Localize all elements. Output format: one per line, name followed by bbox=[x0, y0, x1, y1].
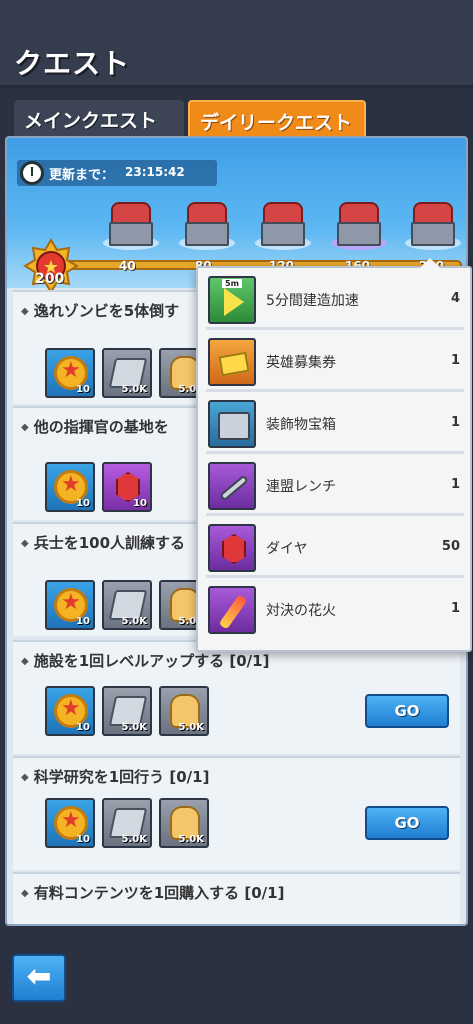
wrench-icon bbox=[208, 462, 256, 510]
quest-title: 他の指揮官の基地を bbox=[21, 416, 169, 437]
star-medal-reward: 10 bbox=[45, 686, 95, 736]
back-button[interactable]: ⬅ bbox=[12, 954, 66, 1002]
star-medal-reward: 10 bbox=[45, 798, 95, 848]
popup-item: ダイヤ 50 bbox=[206, 522, 464, 578]
duration-badge: 5m bbox=[222, 279, 242, 288]
iron-reward: 5.0K bbox=[102, 686, 152, 736]
item-name: ダイヤ bbox=[266, 541, 308, 557]
quest-tabs: メインクエスト デイリークエスト bbox=[14, 100, 464, 138]
iron-reward: 5.0K bbox=[102, 348, 152, 398]
popup-item: 5m 5分間建造加速 4 bbox=[206, 274, 464, 330]
reward-chest-80[interactable] bbox=[179, 202, 235, 250]
item-name: 連盟レンチ bbox=[266, 479, 336, 495]
item-quantity: 1 bbox=[450, 353, 460, 368]
ruby-reward: 10 bbox=[102, 462, 152, 512]
refresh-timer: 更新まで： 23:15:42 bbox=[17, 160, 217, 186]
reward-chest-120[interactable] bbox=[255, 202, 311, 250]
quest-title: 逸れゾンビを5体倒す bbox=[21, 300, 179, 321]
item-quantity: 50 bbox=[441, 539, 460, 554]
star-medal-reward: 10 bbox=[45, 580, 95, 630]
item-quantity: 1 bbox=[450, 415, 460, 430]
iron-reward: 5.0K bbox=[102, 580, 152, 630]
current-points: 200 bbox=[35, 271, 65, 287]
popup-caret bbox=[420, 258, 440, 268]
reward-chest-40[interactable] bbox=[103, 202, 159, 250]
item-name: 対決の花火 bbox=[266, 603, 336, 619]
chest-icon bbox=[339, 202, 379, 224]
diamond-icon bbox=[208, 524, 256, 572]
item-name: 英雄募集券 bbox=[266, 355, 336, 371]
header-bar: クエスト bbox=[0, 0, 473, 88]
quest-row: 有料コンテンツを1回購入する [0/1] bbox=[13, 872, 460, 924]
timer-value: 23:15:42 bbox=[125, 165, 185, 179]
ticket-icon bbox=[208, 338, 256, 386]
item-name: 5分間建造加速 bbox=[266, 293, 359, 309]
bread-reward: 5.0K bbox=[159, 686, 209, 736]
reward-chest-160[interactable] bbox=[331, 202, 387, 250]
popup-item: 対決の花火 1 bbox=[206, 584, 464, 640]
item-quantity: 4 bbox=[450, 291, 460, 306]
stopwatch-icon bbox=[20, 161, 44, 185]
quest-title: 施設を1回レベルアップする [0/1] bbox=[21, 650, 270, 671]
popup-item: 連盟レンチ 1 bbox=[206, 460, 464, 516]
popup-item: 英雄募集券 1 bbox=[206, 336, 464, 392]
chest-icon bbox=[413, 202, 453, 224]
speedup-icon: 5m bbox=[208, 276, 256, 324]
milestone-label: 40 bbox=[119, 259, 136, 273]
star-medal-reward: 10 bbox=[45, 348, 95, 398]
chest-icon bbox=[111, 202, 151, 224]
chest-icon bbox=[263, 202, 303, 224]
quest-title: 科学研究を1回行う [0/1] bbox=[21, 766, 210, 787]
go-button[interactable]: GO bbox=[365, 806, 449, 840]
quest-title: 兵士を100人訓練する bbox=[21, 532, 185, 553]
tab-daily-quest[interactable]: デイリークエスト bbox=[188, 100, 366, 138]
iron-reward: 5.0K bbox=[102, 798, 152, 848]
item-name: 装飾物宝箱 bbox=[266, 417, 336, 433]
timer-label: 更新まで： bbox=[49, 168, 115, 183]
go-button[interactable]: GO bbox=[365, 694, 449, 728]
quest-title: 有料コンテンツを1回購入する [0/1] bbox=[21, 882, 285, 903]
bread-reward: 5.0K bbox=[159, 798, 209, 848]
reward-preview-popup: 5m 5分間建造加速 4 英雄募集券 1 装飾物宝箱 1 連盟レンチ 1 ダイヤ… bbox=[196, 258, 472, 652]
decoration-box-icon bbox=[208, 400, 256, 448]
popup-item: 装飾物宝箱 1 bbox=[206, 398, 464, 454]
back-arrow-icon: ⬅ bbox=[26, 959, 52, 994]
item-quantity: 1 bbox=[450, 477, 460, 492]
reward-chest-200[interactable] bbox=[405, 202, 461, 250]
quest-row: 施設を1回レベルアップする [0/1] 10 5.0K 5.0K GO bbox=[13, 640, 460, 754]
tab-main-quest[interactable]: メインクエスト bbox=[14, 100, 184, 138]
firework-icon bbox=[208, 586, 256, 634]
star-medal-reward: 10 bbox=[45, 462, 95, 512]
page-title: クエスト bbox=[14, 47, 131, 80]
item-quantity: 1 bbox=[450, 601, 460, 616]
quest-row: 科学研究を1回行う [0/1] 10 5.0K 5.0K GO bbox=[13, 756, 460, 870]
chest-icon bbox=[187, 202, 227, 224]
